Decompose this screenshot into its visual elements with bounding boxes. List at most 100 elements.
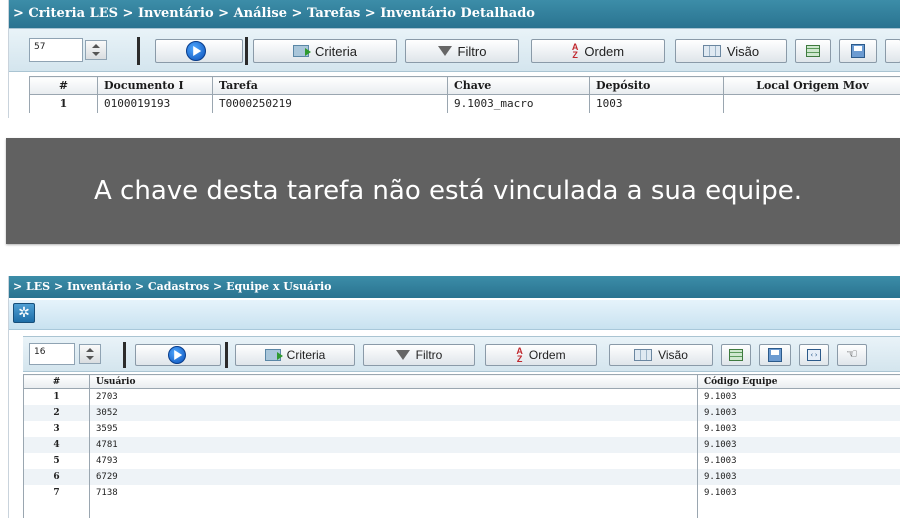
cell-number: 7 (23, 484, 90, 501)
filter-label: Filtro (457, 43, 487, 59)
criteria-button[interactable]: Criteria (235, 344, 355, 366)
inventario-detalhado-panel: > Criteria LES > Inventário > Análise > … (8, 0, 900, 118)
view-button[interactable]: Visão (675, 39, 787, 63)
filter-button[interactable]: Filtro (405, 39, 519, 63)
code-button[interactable]: ‹› (799, 344, 829, 366)
error-message-text: A chave desta tarefa não está vinculada … (94, 176, 803, 206)
save-icon (768, 348, 782, 362)
rows-stepper[interactable] (85, 40, 107, 60)
code-icon: ‹› (807, 349, 821, 361)
table-row[interactable]: 2 3052 9.1003 (23, 404, 900, 421)
cell-chave: 9.1003_macro (447, 94, 590, 113)
table-row[interactable]: 1 0100019193 T0000250219 9.1003_macro 10… (29, 94, 900, 113)
cell-tarefa: T0000250219 (212, 94, 448, 113)
save-button[interactable] (839, 39, 877, 63)
save-button[interactable] (759, 344, 791, 366)
equipe-usuario-table: # Usuário Código Equipe 1 2703 9.1003 2 … (23, 374, 900, 518)
export-grid-icon (729, 349, 743, 361)
cell-usuario: 6729 (89, 468, 698, 485)
cell-codigo-equipe: 9.1003 (697, 484, 900, 501)
sort-az-icon: AZ (571, 42, 579, 60)
cell-usuario: 2703 (89, 388, 698, 405)
column-header-chave[interactable]: Chave (447, 76, 590, 95)
table-row[interactable]: 5 4793 9.1003 (23, 452, 900, 469)
cell-empty (89, 500, 698, 518)
criteria-label: Criteria (286, 348, 326, 362)
play-icon (186, 41, 206, 61)
export-button[interactable] (721, 344, 751, 366)
export-grid-icon (806, 45, 820, 57)
funnel-icon (395, 350, 410, 360)
cell-number: 6 (23, 468, 90, 485)
view-icon (634, 349, 653, 361)
gear-icon[interactable]: ✲ (13, 303, 35, 323)
filter-button[interactable]: Filtro (363, 344, 475, 366)
play-icon (168, 346, 186, 364)
toolbar-separator (245, 37, 248, 65)
cell-number: 1 (23, 388, 90, 405)
order-label: Ordem (584, 43, 625, 59)
view-icon (702, 45, 721, 57)
breadcrumb: > LES > Inventário > Cadastros > Equipe … (9, 276, 900, 298)
export-button[interactable] (795, 39, 831, 63)
cell-codigo-equipe: 9.1003 (697, 420, 900, 437)
table-row[interactable]: 3 3595 9.1003 (23, 420, 900, 437)
toolbar-separator (137, 37, 140, 65)
cell-documento: 0100019193 (97, 94, 213, 113)
view-button[interactable]: Visão (609, 344, 713, 366)
criteria-button[interactable]: Criteria (253, 39, 397, 63)
table-row-empty (23, 500, 900, 518)
cell-number: 3 (23, 420, 90, 437)
column-header-usuario[interactable]: Usuário (89, 374, 698, 389)
toolbar: 16 Criteria Filtro AZ Ordem Visão ‹› ☜ (23, 336, 900, 372)
order-button[interactable]: AZ Ordem (531, 39, 665, 63)
toolbar-separator (225, 342, 228, 368)
column-header-deposito[interactable]: Depósito (589, 76, 724, 95)
tasks-table: # Documento I Tarefa Chave Depósito Loca… (29, 76, 900, 113)
cell-codigo-equipe: 9.1003 (697, 388, 900, 405)
cell-deposito: 1003 (589, 94, 724, 113)
cell-codigo-equipe: 9.1003 (697, 404, 900, 421)
cell-local-origem (723, 94, 900, 113)
column-header-number[interactable]: # (23, 374, 90, 389)
filter-label: Filtro (415, 348, 443, 362)
cell-number: 2 (23, 404, 90, 421)
cell-number: 5 (23, 452, 90, 469)
table-row[interactable]: 4 4781 9.1003 (23, 436, 900, 453)
toolbar-separator (123, 342, 126, 368)
order-label: Ordem (528, 348, 566, 362)
cell-usuario: 4793 (89, 452, 698, 469)
rows-per-page-input[interactable]: 57 (29, 38, 83, 62)
cell-usuario: 4781 (89, 436, 698, 453)
table-row[interactable]: 1 2703 9.1003 (23, 388, 900, 405)
cell-empty (697, 500, 900, 518)
cell-codigo-equipe: 9.1003 (697, 436, 900, 453)
column-header-codigo-equipe[interactable]: Código Equipe (697, 374, 900, 389)
table-row[interactable]: 7 7138 9.1003 (23, 484, 900, 501)
rows-per-page-input[interactable]: 16 (29, 343, 75, 365)
rows-stepper[interactable] (79, 344, 101, 364)
run-query-button[interactable] (155, 39, 243, 63)
hand-icon: ☜ (846, 347, 858, 362)
column-header-documento[interactable]: Documento I (97, 76, 213, 95)
order-button[interactable]: AZ Ordem (485, 344, 597, 366)
criteria-icon (293, 45, 312, 57)
criteria-icon (264, 349, 283, 361)
view-label: Visão (658, 348, 688, 362)
run-query-button[interactable] (135, 344, 221, 366)
cell-codigo-equipe: 9.1003 (697, 468, 900, 485)
cell-number: 4 (23, 436, 90, 453)
column-header-number[interactable]: # (29, 76, 98, 95)
settings-bar: ✲ (9, 300, 900, 330)
cell-usuario: 7138 (89, 484, 698, 501)
more-button[interactable] (885, 39, 900, 63)
column-header-tarefa[interactable]: Tarefa (212, 76, 448, 95)
column-header-local-origem[interactable]: Local Origem Mov (723, 76, 900, 95)
toolbar: 57 Criteria Filtro AZ Ordem Visão (9, 28, 900, 72)
table-row[interactable]: 6 6729 9.1003 (23, 468, 900, 485)
hand-button[interactable]: ☜ (837, 344, 867, 366)
funnel-icon (437, 46, 452, 56)
cell-empty (23, 500, 90, 518)
sort-az-icon: AZ (516, 346, 523, 364)
criteria-label: Criteria (315, 43, 357, 59)
